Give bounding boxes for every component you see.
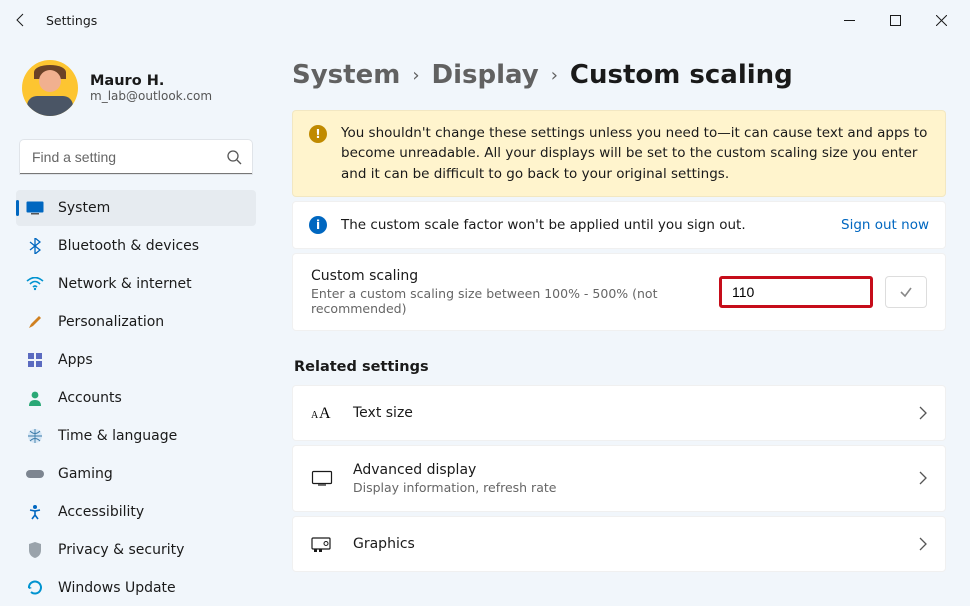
sidebar-item-windows-update[interactable]: Windows Update xyxy=(16,570,256,606)
related-graphics[interactable]: Graphics xyxy=(292,516,946,572)
related-settings-header: Related settings xyxy=(294,359,946,375)
sidebar-item-label: Bluetooth & devices xyxy=(58,238,199,254)
update-icon xyxy=(26,579,44,597)
gaming-icon xyxy=(26,465,44,483)
related-advanced-display[interactable]: Advanced display Display information, re… xyxy=(292,445,946,512)
sign-out-link[interactable]: Sign out now xyxy=(841,217,929,233)
sidebar-item-time-language[interactable]: Time & language xyxy=(16,418,256,454)
person-icon xyxy=(26,389,44,407)
sidebar-item-accessibility[interactable]: Accessibility xyxy=(16,494,256,530)
chevron-right-icon: › xyxy=(551,65,558,86)
sidebar-item-label: Accessibility xyxy=(58,504,144,520)
custom-scaling-title: Custom scaling xyxy=(311,268,707,284)
sidebar-item-label: Apps xyxy=(58,352,93,368)
accessibility-icon xyxy=(26,503,44,521)
back-button[interactable] xyxy=(6,5,36,35)
sidebar-item-label: Privacy & security xyxy=(58,542,184,558)
globe-icon xyxy=(26,427,44,445)
chevron-right-icon: › xyxy=(412,65,419,86)
system-icon xyxy=(26,199,44,217)
breadcrumb-system[interactable]: System xyxy=(292,60,400,90)
display-icon xyxy=(311,467,333,489)
minimize-button[interactable] xyxy=(826,4,872,36)
wifi-icon xyxy=(26,275,44,293)
sidebar-item-label: Windows Update xyxy=(58,580,176,596)
breadcrumb-display[interactable]: Display xyxy=(432,60,539,90)
brush-icon xyxy=(26,313,44,331)
sidebar-item-privacy[interactable]: Privacy & security xyxy=(16,532,256,568)
sidebar-item-label: Time & language xyxy=(58,428,177,444)
sidebar-item-label: Gaming xyxy=(58,466,113,482)
sidebar-item-label: Personalization xyxy=(58,314,164,330)
info-text: The custom scale factor won't be applied… xyxy=(341,217,827,233)
bluetooth-icon xyxy=(26,237,44,255)
info-banner: i The custom scale factor won't be appli… xyxy=(292,201,946,249)
row-subtitle: Display information, refresh rate xyxy=(353,480,899,495)
search-input[interactable] xyxy=(20,140,252,174)
chevron-right-icon xyxy=(919,406,927,420)
sidebar-nav: System Bluetooth & devices Network & int… xyxy=(16,190,256,606)
shield-icon xyxy=(26,541,44,559)
search-icon xyxy=(226,149,242,165)
svg-text:A: A xyxy=(311,410,319,421)
avatar xyxy=(22,60,78,116)
warning-icon: ! xyxy=(309,125,327,143)
app-title: Settings xyxy=(46,13,97,28)
check-icon xyxy=(898,284,914,300)
related-text-size[interactable]: AA Text size xyxy=(292,385,946,441)
svg-text:A: A xyxy=(319,405,331,422)
sidebar-item-label: Network & internet xyxy=(58,276,192,292)
sidebar-item-accounts[interactable]: Accounts xyxy=(16,380,256,416)
sidebar-item-personalization[interactable]: Personalization xyxy=(16,304,256,340)
sidebar-item-bluetooth[interactable]: Bluetooth & devices xyxy=(16,228,256,264)
custom-scaling-card: Custom scaling Enter a custom scaling si… xyxy=(292,253,946,331)
warning-text: You shouldn't change these settings unle… xyxy=(341,123,929,184)
text-size-icon: AA xyxy=(311,402,333,424)
breadcrumb: System › Display › Custom scaling xyxy=(292,60,946,90)
user-profile[interactable]: Mauro H. m_lab@outlook.com xyxy=(16,50,256,136)
apps-icon xyxy=(26,351,44,369)
user-email: m_lab@outlook.com xyxy=(90,89,212,103)
sidebar-item-network[interactable]: Network & internet xyxy=(16,266,256,302)
chevron-right-icon xyxy=(919,471,927,485)
row-title: Text size xyxy=(353,405,899,421)
row-title: Graphics xyxy=(353,536,899,552)
custom-scaling-subtitle: Enter a custom scaling size between 100%… xyxy=(311,286,707,316)
user-name: Mauro H. xyxy=(90,73,212,89)
close-button[interactable] xyxy=(918,4,964,36)
chevron-right-icon xyxy=(919,537,927,551)
row-title: Advanced display xyxy=(353,462,899,478)
sidebar-item-apps[interactable]: Apps xyxy=(16,342,256,378)
sidebar-item-system[interactable]: System xyxy=(16,190,256,226)
apply-button[interactable] xyxy=(885,276,927,308)
graphics-icon xyxy=(311,533,333,555)
custom-scaling-input[interactable] xyxy=(719,276,873,308)
sidebar-item-label: Accounts xyxy=(58,390,122,406)
sidebar-item-label: System xyxy=(58,200,110,216)
sidebar-item-gaming[interactable]: Gaming xyxy=(16,456,256,492)
maximize-button[interactable] xyxy=(872,4,918,36)
info-icon: i xyxy=(309,216,327,234)
warning-banner: ! You shouldn't change these settings un… xyxy=(292,110,946,197)
page-title: Custom scaling xyxy=(570,60,793,90)
